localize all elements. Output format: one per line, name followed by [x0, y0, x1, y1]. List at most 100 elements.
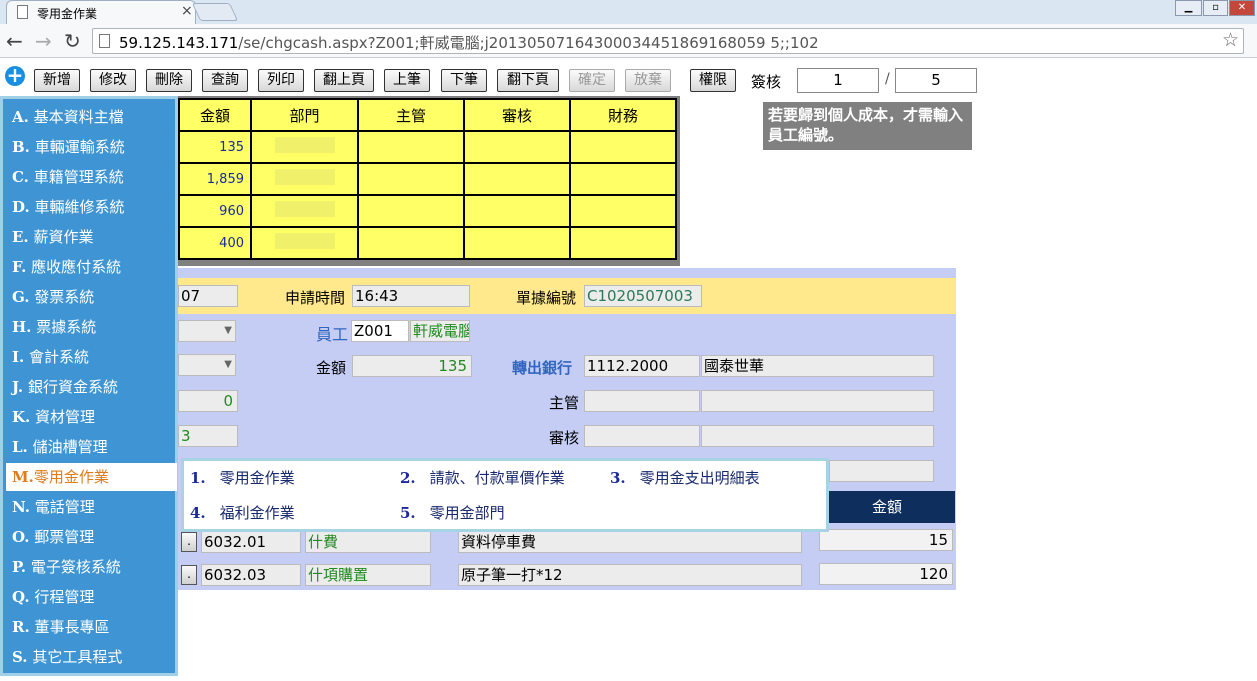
account-code-field[interactable]: 6032.01	[201, 531, 301, 553]
menu-item-invoice[interactable]: G. 發票系統	[6, 283, 177, 311]
page-icon	[17, 5, 28, 19]
menu-item-accounting[interactable]: I. 會計系統	[6, 343, 177, 371]
review-code-field[interactable]	[584, 425, 700, 447]
date-field[interactable]: 07	[178, 285, 238, 307]
petty-cash-submenu: 1. 零用金作業 2. 請款、付款單價作業 3. 零用金支出明細表 4. 福利金作業 5…	[181, 458, 829, 532]
redacted-cell	[274, 201, 335, 217]
menu-item-oil-tank[interactable]: L. 儲油槽管理	[6, 433, 177, 461]
left-value-field-2[interactable]: 3	[178, 425, 238, 447]
grid-header-review: 審核	[463, 98, 571, 132]
page-down-button[interactable]: 翻下頁	[497, 69, 559, 92]
menu-item-tools[interactable]: S. 其它工具程式	[6, 643, 177, 671]
amount-field[interactable]: 135	[352, 355, 472, 377]
new-tab-button[interactable]	[191, 3, 239, 21]
left-value-field[interactable]: 0	[178, 390, 238, 412]
amount-cell: 135	[178, 130, 252, 164]
grid-header-manager: 主管	[357, 98, 465, 132]
query-button[interactable]: 查詢	[202, 69, 248, 92]
apply-time-label: 申請時間	[285, 289, 346, 307]
row-select-button[interactable]: .	[181, 532, 197, 552]
menu-item-basic[interactable]: A. 基本資料主檔	[6, 103, 177, 131]
menu-item-chairman[interactable]: R. 董事長專區	[6, 613, 177, 641]
menu-item-schedule[interactable]: Q. 行程管理	[6, 583, 177, 611]
submenu-item-expense-detail[interactable]: 3. 零用金支出明細表	[610, 467, 760, 488]
menu-item-repair[interactable]: D. 車輛維修系統	[6, 193, 177, 221]
edit-button[interactable]: 修改	[90, 69, 136, 92]
close-tab-icon[interactable]: ×	[181, 3, 193, 19]
manager-name-field	[701, 390, 934, 412]
page-icon	[99, 34, 110, 48]
menu-item-ar-ap[interactable]: F. 應收應付系統	[6, 253, 177, 281]
permission-button[interactable]: 權限	[690, 69, 736, 92]
maximize-button[interactable]: ▫	[1203, 0, 1228, 16]
table-row[interactable]: 1,859	[178, 162, 677, 196]
doc-no-label: 單據編號	[516, 289, 577, 307]
address-bar[interactable]: 59.125.143.171/se/chgcash.aspx?Z001;軒威電腦…	[92, 28, 1244, 54]
account-code-field[interactable]: 6032.03	[201, 564, 301, 586]
main-menu: A. 基本資料主檔 B. 車輛運輸系統 C. 車籍管理系統 D. 車輛維修系統 …	[0, 96, 178, 676]
apply-time-field[interactable]: 16:43	[352, 285, 470, 307]
forward-icon[interactable]: →	[35, 29, 52, 53]
cancel-button[interactable]: 放棄	[625, 69, 671, 92]
grid-header-finance: 財務	[569, 98, 677, 132]
page-total-field: 5	[895, 68, 977, 93]
detail-amount-field[interactable]: 15	[819, 529, 953, 551]
menu-item-bank[interactable]: J. 銀行資金系統	[6, 373, 177, 401]
menu-item-notes[interactable]: H. 票據系統	[6, 313, 177, 341]
submenu-item-welfare[interactable]: 4. 福利金作業	[190, 502, 295, 523]
url-host: 59.125.143.171	[119, 34, 239, 52]
page-separator: /	[885, 71, 890, 87]
redacted-cell	[274, 169, 335, 185]
sign-label: 簽核	[751, 73, 782, 91]
description-field[interactable]: 原子筆一打*12	[458, 564, 802, 586]
add-icon[interactable]: +	[5, 65, 25, 86]
close-window-button[interactable]: ✕	[1229, 0, 1255, 16]
page-up-button[interactable]: 翻上頁	[314, 69, 374, 92]
browser-tab[interactable]: 零用金作業 ×	[6, 0, 196, 24]
menu-item-vehicle-reg[interactable]: C. 車籍管理系統	[6, 163, 177, 191]
menu-item-stamps[interactable]: O. 郵票管理	[6, 523, 177, 551]
confirm-button[interactable]: 確定	[569, 69, 615, 92]
row-select-button[interactable]: .	[181, 565, 197, 585]
manager-label: 主管	[549, 394, 580, 412]
detail-amount-field[interactable]: 120	[819, 563, 953, 585]
review-name-field	[701, 425, 934, 447]
description-field[interactable]: 資料停車費	[458, 531, 802, 553]
redacted-cell	[274, 233, 335, 249]
menu-item-petty-cash[interactable]: M.零用金作業	[6, 463, 177, 491]
menu-item-e-sign[interactable]: P. 電子簽核系統	[6, 553, 177, 581]
select-field-1[interactable]: ▼	[178, 320, 236, 342]
submenu-item-department[interactable]: 5. 零用金部門	[400, 502, 505, 523]
category-field: 什費	[305, 531, 431, 553]
add-button[interactable]: 新增	[34, 69, 80, 92]
manager-code-field[interactable]	[584, 390, 700, 412]
tab-title: 零用金作業	[37, 7, 98, 21]
bookmark-star-icon[interactable]: ☆	[1222, 29, 1239, 51]
next-record-button[interactable]: 下筆	[441, 69, 487, 92]
page-current-field[interactable]: 1	[797, 68, 879, 93]
table-row[interactable]: 400	[178, 226, 677, 260]
menu-item-payroll[interactable]: E. 薪資作業	[6, 223, 177, 251]
reload-icon[interactable]: ↻	[64, 29, 81, 53]
detail-amount-header: 金額	[819, 491, 955, 523]
menu-item-phone[interactable]: N. 電話管理	[6, 493, 177, 521]
doc-no-field[interactable]: C1020507003	[584, 285, 702, 307]
delete-button[interactable]: 刪除	[146, 69, 192, 92]
minimize-button[interactable]: ▁	[1175, 0, 1202, 16]
submenu-item-petty-cash[interactable]: 1. 零用金作業	[190, 467, 295, 488]
table-row[interactable]: 135	[178, 130, 677, 164]
grid-header-dept: 部門	[250, 98, 359, 132]
prev-record-button[interactable]: 上筆	[384, 69, 430, 92]
employee-id-field[interactable]: Z001	[351, 320, 409, 342]
back-icon[interactable]: ←	[6, 29, 23, 53]
print-button[interactable]: 列印	[258, 69, 304, 92]
select-field-2[interactable]: ▼	[178, 354, 236, 376]
table-row[interactable]: 960	[178, 194, 677, 228]
menu-item-material[interactable]: K. 資材管理	[6, 403, 177, 431]
menu-item-transport[interactable]: B. 車輛運輸系統	[6, 133, 177, 161]
records-grid: 金額 部門 主管 審核 財務 135 1,859 960 400	[178, 98, 677, 260]
submenu-item-payment-price[interactable]: 2. 請款、付款單價作業	[400, 467, 565, 488]
bank-code-field[interactable]: 1112.2000	[584, 355, 700, 377]
amount-cell: 400	[178, 226, 252, 260]
bank-name-field: 國泰世華	[701, 355, 934, 377]
